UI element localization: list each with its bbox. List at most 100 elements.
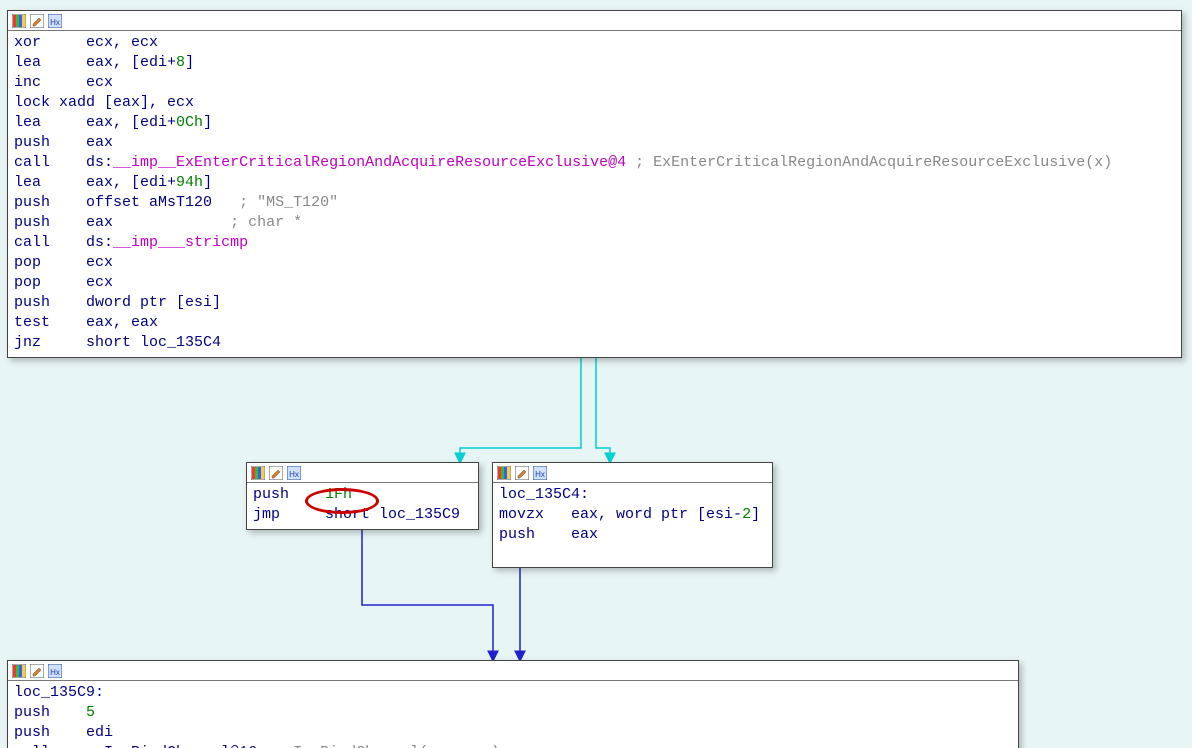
basic-block-top[interactable]: Hxxor ecx, ecxlea eax, [edi+8]inc ecxloc… [7,10,1182,358]
asm-line[interactable]: push 1Fh [253,485,472,505]
token-mnemonic: push [14,214,50,231]
token-reg: edi [86,724,113,741]
asm-line[interactable]: call ds:__imp___stricmp [14,233,1175,253]
token-plain [50,294,86,311]
token-mnemonic: push [14,294,50,311]
basic-block-bottom[interactable]: Hxloc_135C9:push 5push edicall __IcaBind… [7,660,1019,748]
color-icon [497,466,511,480]
token-plain [535,526,571,543]
token-mnemonic: lea [14,54,41,71]
token-reg: eax, [edi+ [86,174,176,191]
token-mnemonic: push [14,194,50,211]
token-mnemonic: push [14,134,50,151]
token-num: 94h [176,174,203,191]
token-reg: ] [203,114,212,131]
token-plain [41,274,86,291]
token-plain [41,254,86,271]
token-reg: loc_135C4: [499,486,589,503]
node-body: xor ecx, ecxlea eax, [edi+8]inc ecxlock … [8,31,1181,357]
token-str: ; "MS_T120" [212,194,338,211]
asm-line[interactable]: push offset aMsT120 ; "MS_T120" [14,193,1175,213]
token-reg: ecx, ecx [86,34,158,51]
token-comment: ; char * [113,214,302,231]
token-mnemonic: call [14,744,50,748]
asm-line[interactable]: push eax ; char * [14,213,1175,233]
token-reg: eax [571,526,598,543]
flow-edge [362,528,493,660]
token-mnemonic: push [499,526,535,543]
token-plain [50,724,86,741]
token-mnemonic: pop [14,254,41,271]
token-plain [41,334,86,351]
token-reg: dword ptr [esi] [86,294,221,311]
node-header: Hx [8,11,1181,31]
edit-icon [30,14,44,28]
asm-line[interactable]: jnz short loc_135C4 [14,333,1175,353]
svg-text:Hx: Hx [50,18,60,27]
asm-line[interactable]: test eax, eax [14,313,1175,333]
token-comment: ; _IcaBindChannel(x,x,x,x) [257,744,500,748]
token-reg: ] [203,174,212,191]
token-reg: ecx [86,274,113,291]
token-reg: ecx [86,254,113,271]
asm-line[interactable]: loc_135C4: [499,485,766,505]
color-icon [12,14,26,28]
asm-line[interactable]: push 5 [14,703,1012,723]
token-mnemonic: test [14,314,50,331]
asm-line[interactable]: push eax [499,525,766,545]
token-plain [41,74,86,91]
node-body: loc_135C4:movzx eax, word ptr [esi-2]pus… [493,483,772,549]
node-header: Hx [493,463,772,483]
flow-edge [460,342,581,462]
asm-line[interactable]: lea eax, [edi+94h] [14,173,1175,193]
asm-line[interactable]: pop ecx [14,273,1175,293]
edit-icon [269,466,283,480]
asm-line[interactable]: lea eax, [edi+0Ch] [14,113,1175,133]
token-sym: __imp__ExEnterCriticalRegionAndAcquireRe… [113,154,626,171]
flow-edge [596,342,610,462]
node-header: Hx [8,661,1018,681]
token-reg: ] [751,506,760,523]
token-mnemonic: inc [14,74,41,91]
token-plain [41,114,86,131]
asm-line[interactable]: call __IcaBindChannel@16 ; _IcaBindChann… [14,743,1012,748]
asm-line[interactable]: jmp short loc_135C9 [253,505,472,525]
asm-line[interactable]: call ds:__imp__ExEnterCriticalRegionAndA… [14,153,1175,173]
asm-line[interactable]: push eax [14,133,1175,153]
graph-canvas[interactable]: Hxxor ecx, ecxlea eax, [edi+8]inc ecxloc… [0,0,1192,748]
asm-line[interactable]: push dword ptr [esi] [14,293,1175,313]
token-reg: eax [86,134,113,151]
node-body: push 1Fhjmp short loc_135C9 [247,483,478,529]
basic-block-left[interactable]: Hx push 1Fhjmp short loc_135C9 [246,462,479,530]
token-reg: short loc_135C4 [86,334,221,351]
token-plain [41,174,86,191]
token-plain [41,34,86,51]
hex-icon: Hx [287,466,301,480]
token-plain [289,486,325,503]
token-plain [41,54,86,71]
asm-line[interactable]: xor ecx, ecx [14,33,1175,53]
token-plain [50,704,86,721]
token-reg: ] [185,54,194,71]
token-num: 8 [176,54,185,71]
token-sym: __imp___stricmp [113,234,248,251]
token-mnemonic: jmp [253,506,280,523]
edit-icon [515,466,529,480]
token-reg: __IcaBindChannel@16 [86,744,257,748]
token-plain [50,314,86,331]
token-num: 2 [742,506,751,523]
asm-line[interactable]: lock xadd [eax], ecx [14,93,1175,113]
token-reg: ds: [86,154,113,171]
asm-line[interactable]: loc_135C9: [14,683,1012,703]
asm-line[interactable]: pop ecx [14,253,1175,273]
asm-line[interactable]: push edi [14,723,1012,743]
asm-line[interactable]: lea eax, [edi+8] [14,53,1175,73]
asm-line[interactable]: movzx eax, word ptr [esi-2] [499,505,766,525]
token-mnemonic: push [14,704,50,721]
token-plain [544,506,571,523]
asm-line[interactable]: inc ecx [14,73,1175,93]
token-reg: loc_135C9: [14,684,104,701]
node-body: loc_135C9:push 5push edicall __IcaBindCh… [8,681,1018,748]
basic-block-right[interactable]: Hxloc_135C4:movzx eax, word ptr [esi-2]p… [492,462,773,568]
hex-icon: Hx [48,664,62,678]
